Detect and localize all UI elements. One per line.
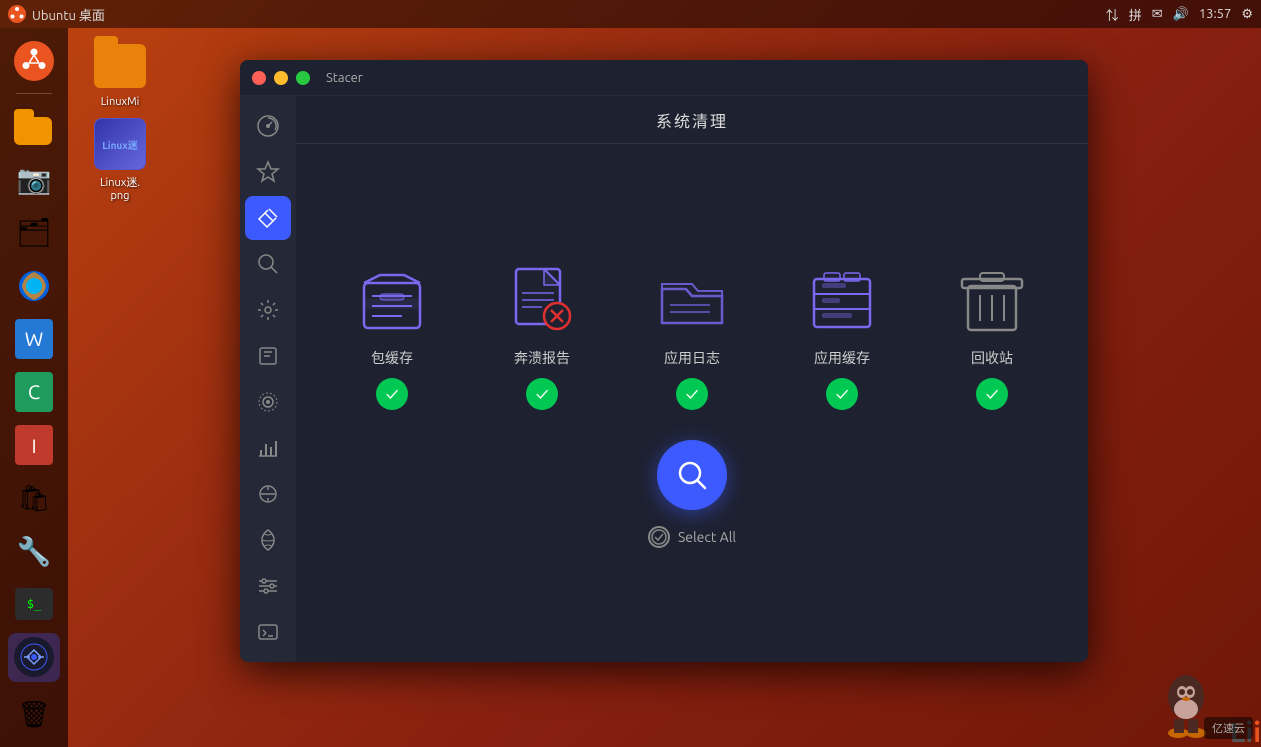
- settings-icon: ⚙: [1241, 7, 1253, 22]
- clean-grid: 包缓存 ✓: [296, 144, 1088, 662]
- stacer-content: 系统清理: [296, 96, 1088, 662]
- folder-label: LinuxMi: [101, 96, 140, 108]
- yisuiyun-badge: 亿速云: [1204, 717, 1253, 739]
- dock-item-camera[interactable]: 📷: [8, 155, 60, 204]
- select-all-check-icon: [648, 526, 670, 548]
- search-button-area: Select All: [648, 440, 736, 548]
- ubuntu-logo: [8, 5, 26, 23]
- sidebar-item-gnome[interactable]: [245, 518, 291, 562]
- trash-check[interactable]: ✓: [976, 378, 1008, 410]
- dock-item-terminal[interactable]: $_: [8, 580, 60, 629]
- dock: 📷 🗂 W C I: [0, 28, 68, 747]
- app-logs-icon: [647, 258, 737, 338]
- crash-reports-label: 奔溃报告: [514, 348, 570, 368]
- sidebar-item-services[interactable]: [245, 288, 291, 332]
- window-body: 系统清理: [240, 96, 1088, 662]
- mail-icon: ✉: [1152, 7, 1163, 22]
- desktop-icons: LinuxMi Linux迷 Linux迷.png: [80, 40, 160, 202]
- sidebar-item-apt[interactable]: [245, 472, 291, 516]
- image-icon: Linux迷: [94, 118, 146, 170]
- dock-item-files[interactable]: [8, 102, 60, 151]
- desktop: Ubuntu 桌面 ⇅ 拼 ✉ 🔊 13:57 ⚙: [0, 0, 1261, 747]
- app-cache-icon: [797, 258, 887, 338]
- dock-item-software[interactable]: 🛍: [8, 474, 60, 523]
- sidebar-item-resources[interactable]: [245, 380, 291, 424]
- window-minimize-button[interactable]: [274, 71, 288, 85]
- clock: 13:57: [1199, 7, 1232, 21]
- folder-icon: [94, 40, 146, 92]
- desktop-icon-linuxmi[interactable]: LinuxMi: [80, 40, 160, 108]
- window-close-button[interactable]: [252, 71, 266, 85]
- sidebar-item-search[interactable]: [245, 242, 291, 286]
- sidebar-item-settings2[interactable]: [245, 564, 291, 608]
- scan-button[interactable]: [657, 440, 727, 510]
- window-maximize-button[interactable]: [296, 71, 310, 85]
- stacer-window: Stacer: [240, 60, 1088, 662]
- clean-item-trash: 回收站 ✓: [937, 258, 1047, 410]
- sidebar-item-stats[interactable]: [245, 426, 291, 470]
- stacer-sidebar: [240, 96, 296, 662]
- dock-item-ubuntu[interactable]: [8, 36, 60, 85]
- crash-reports-check[interactable]: ✓: [526, 378, 558, 410]
- dock-separator-1: [16, 93, 52, 94]
- trash-label: 回收站: [971, 348, 1013, 368]
- clean-item-app-cache: 应用缓存 ✓: [787, 258, 897, 410]
- dock-item-impress[interactable]: I: [8, 420, 60, 469]
- network-icon: ⇅: [1106, 5, 1119, 24]
- dock-item-writer[interactable]: W: [8, 314, 60, 363]
- image-label: Linux迷.png: [100, 174, 140, 202]
- dock-item-settings[interactable]: 🔧: [8, 527, 60, 576]
- window-titlebar: Stacer: [240, 60, 1088, 96]
- linux-mi-thumbnail: Linux迷: [94, 118, 146, 170]
- select-all-row[interactable]: Select All: [648, 526, 736, 548]
- app-logs-check[interactable]: ✓: [676, 378, 708, 410]
- app-cache-check[interactable]: ✓: [826, 378, 858, 410]
- topbar-right: ⇅ 拼 ✉ 🔊 13:57 ⚙: [1106, 5, 1253, 24]
- volume-icon: 🔊: [1173, 7, 1189, 22]
- dock-item-documents[interactable]: 🗂: [8, 208, 60, 257]
- clean-item-package-cache: 包缓存 ✓: [337, 258, 447, 410]
- crash-reports-icon: [497, 258, 587, 338]
- sidebar-item-uninstaller[interactable]: [245, 334, 291, 378]
- package-cache-icon: [347, 258, 437, 338]
- content-title: 系统清理: [656, 108, 728, 132]
- desktop-icon-linuxmipng[interactable]: Linux迷 Linux迷.png: [80, 118, 160, 202]
- clean-item-app-logs: 应用日志 ✓: [637, 258, 747, 410]
- package-cache-check[interactable]: ✓: [376, 378, 408, 410]
- topbar-title: Ubuntu 桌面: [32, 5, 105, 24]
- dock-item-trash[interactable]: 🗑: [8, 690, 60, 739]
- topbar: Ubuntu 桌面 ⇅ 拼 ✉ 🔊 13:57 ⚙: [0, 0, 1261, 28]
- sidebar-item-startup[interactable]: [245, 150, 291, 194]
- dock-item-stacer[interactable]: [8, 633, 60, 682]
- clean-item-crash-reports: 奔溃报告 ✓: [487, 258, 597, 410]
- app-cache-label: 应用缓存: [814, 348, 870, 368]
- content-header: 系统清理: [296, 96, 1088, 144]
- package-cache-label: 包缓存: [371, 348, 413, 368]
- app-logs-label: 应用日志: [664, 348, 720, 368]
- topbar-left: Ubuntu 桌面: [8, 5, 105, 24]
- dock-item-firefox[interactable]: [8, 261, 60, 310]
- select-all-label: Select All: [678, 529, 736, 545]
- ime-icon: 拼: [1129, 5, 1142, 24]
- sidebar-item-cleaner[interactable]: [245, 196, 291, 240]
- sidebar-item-dashboard[interactable]: [245, 104, 291, 148]
- clean-items-row: 包缓存 ✓: [337, 258, 1047, 410]
- trash-icon: [947, 258, 1037, 338]
- window-title: Stacer: [326, 71, 363, 85]
- dock-item-calc[interactable]: C: [8, 367, 60, 416]
- sidebar-item-terminal[interactable]: [245, 610, 291, 654]
